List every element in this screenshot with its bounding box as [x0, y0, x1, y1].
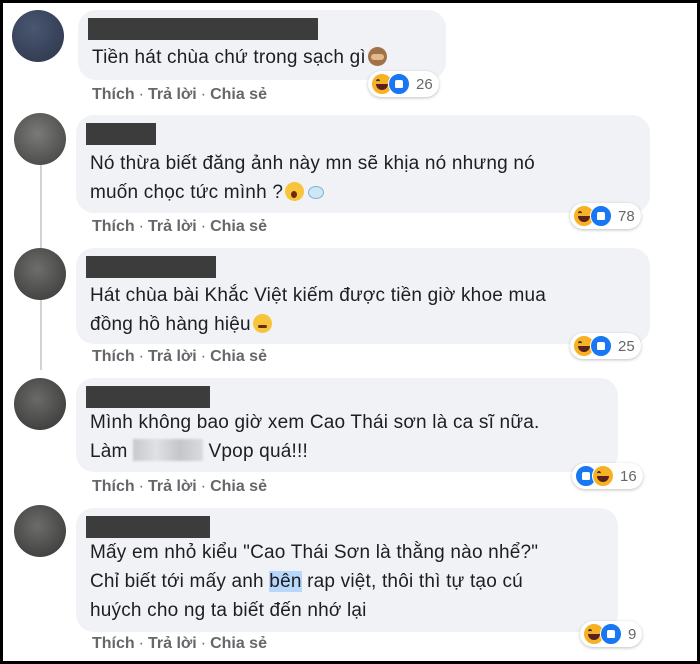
- comment-bubble: Mấy em nhỏ kiểu "Cao Thái Sơn là thằng n…: [76, 508, 618, 632]
- like-link[interactable]: Thích: [92, 86, 135, 103]
- dash-icon: [306, 182, 325, 201]
- like-reaction-icon: [600, 623, 622, 645]
- avatar[interactable]: [14, 505, 66, 557]
- share-link[interactable]: Chia sẻ: [210, 218, 267, 235]
- see-no-evil-monkey-icon: [367, 47, 387, 66]
- avatar[interactable]: [14, 378, 66, 430]
- reaction-summary[interactable]: 9: [580, 621, 643, 647]
- reply-link[interactable]: Trả lời: [148, 635, 197, 652]
- flushed-face-icon: [252, 314, 272, 333]
- reaction-count: 26: [416, 75, 433, 93]
- comment-text: Nó thừa biết đăng ảnh này mn sẽ khịa nó …: [90, 153, 535, 203]
- reaction-count: 9: [628, 625, 637, 643]
- comment-actions: Thích · Trả lời · Chia sẻ: [92, 478, 267, 495]
- like-link[interactable]: Thích: [92, 218, 135, 235]
- reaction-count: 16: [620, 467, 637, 485]
- blurred-text: [133, 439, 204, 461]
- astonished-face-icon: [285, 182, 305, 201]
- thread-line: [40, 290, 42, 370]
- reply-link[interactable]: Trả lời: [148, 348, 197, 365]
- comment-text: Tiền hát chùa chứ trong sạch gì: [92, 43, 387, 72]
- reaction-summary[interactable]: 25: [570, 333, 641, 359]
- reply-link[interactable]: Trả lời: [148, 478, 197, 495]
- reaction-count: 78: [618, 207, 635, 225]
- comment-actions: Thích · Trả lời · Chia sẻ: [92, 218, 267, 235]
- redacted-author-name: [88, 18, 318, 40]
- comment-bubble: Hát chùa bài Khắc Việt kiếm được tiền gi…: [76, 248, 650, 344]
- reaction-summary[interactable]: 78: [570, 203, 641, 229]
- reaction-count: 25: [618, 337, 635, 355]
- comment-bubble: Tiền hát chùa chứ trong sạch gì: [78, 10, 446, 80]
- comment-text: Hát chùa bài Khắc Việt kiếm được tiền gi…: [90, 285, 547, 335]
- comment-text: Mấy em nhỏ kiểu "Cao Thái Sơn là thằng n…: [90, 542, 539, 621]
- thread-line: [40, 165, 42, 255]
- avatar[interactable]: [14, 248, 66, 300]
- share-link[interactable]: Chia sẻ: [210, 86, 267, 103]
- comment-bubble: Mình không bao giờ xem Cao Thái sơn là c…: [76, 378, 618, 472]
- reaction-summary[interactable]: 26: [368, 71, 439, 97]
- redacted-author-name: [86, 123, 156, 145]
- share-link[interactable]: Chia sẻ: [210, 478, 267, 495]
- redacted-author-name: [86, 256, 216, 278]
- comment-actions: Thích · Trả lời · Chia sẻ: [92, 635, 267, 652]
- avatar[interactable]: [12, 10, 64, 62]
- highlighted-word: bên: [269, 571, 302, 592]
- like-reaction-icon: [590, 335, 612, 357]
- redacted-author-name: [86, 386, 210, 408]
- haha-reaction-icon: [592, 465, 614, 487]
- comment-text: Mình không bao giờ xem Cao Thái sơn là c…: [90, 412, 540, 462]
- reply-link[interactable]: Trả lời: [148, 218, 197, 235]
- reaction-summary[interactable]: 16: [572, 463, 643, 489]
- comment-actions: Thích · Trả lời · Chia sẻ: [92, 86, 267, 103]
- comment-actions: Thích · Trả lời · Chia sẻ: [92, 348, 267, 365]
- avatar[interactable]: [14, 113, 66, 165]
- share-link[interactable]: Chia sẻ: [210, 348, 267, 365]
- like-link[interactable]: Thích: [92, 478, 135, 495]
- like-link[interactable]: Thích: [92, 348, 135, 365]
- comment-bubble: Nó thừa biết đăng ảnh này mn sẽ khịa nó …: [76, 115, 650, 213]
- like-link[interactable]: Thích: [92, 635, 135, 652]
- reply-link[interactable]: Trả lời: [148, 86, 197, 103]
- like-reaction-icon: [388, 73, 410, 95]
- share-link[interactable]: Chia sẻ: [210, 635, 267, 652]
- like-reaction-icon: [590, 205, 612, 227]
- redacted-author-name: [86, 516, 210, 538]
